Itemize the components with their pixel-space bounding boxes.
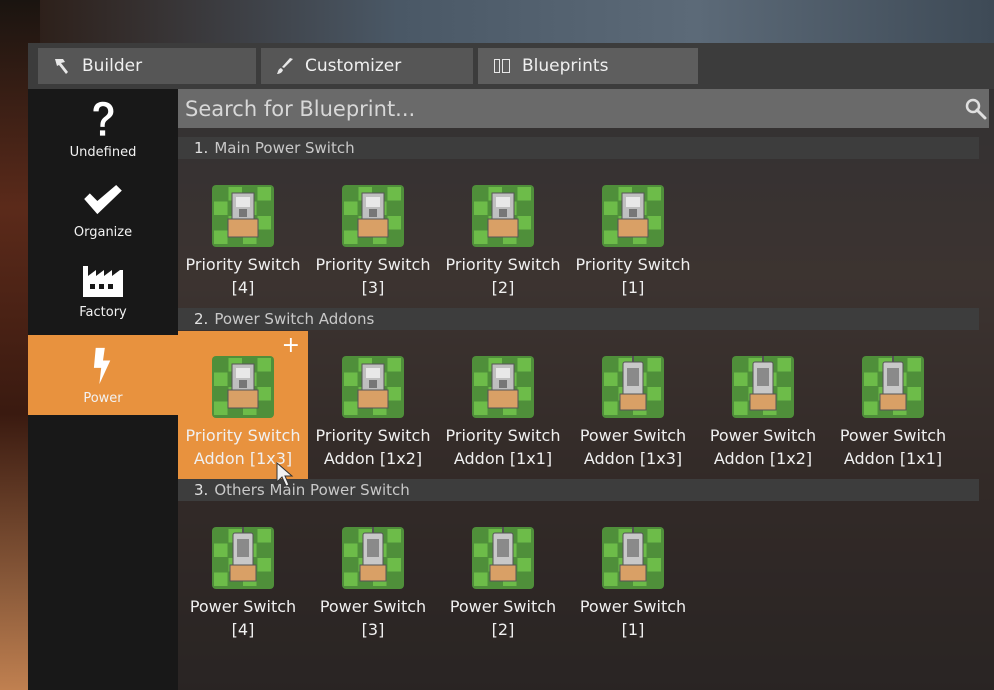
priority-switch-icon [210,183,276,249]
blueprint-window: Builder Customizer Blueprints Undefined [28,43,994,690]
mouse-cursor-icon [276,462,294,487]
checkmark-icon [80,177,126,223]
blueprint-item[interactable]: Power Switch Addon [1x2] [698,331,828,480]
power-switch-icon [470,525,536,591]
item-variant: [3] [361,278,385,297]
section-header: 2. Power Switch Addons [178,308,979,330]
section-title: Power Switch Addons [214,310,375,328]
item-name: Priority Switch [315,426,431,445]
section-title: Main Power Switch [214,139,355,157]
blueprint-item[interactable]: Power Switch Addon [1x1] [828,331,958,480]
blueprint-item[interactable]: Priority Switch [4] [178,160,308,309]
item-name: Priority Switch [315,255,431,274]
search-input[interactable] [183,95,947,122]
item-variant: [1] [621,620,645,639]
power-switch-icon [210,525,276,591]
section-header: 3. Others Main Power Switch [178,479,979,501]
tab-builder[interactable]: Builder [38,48,256,84]
section-number: 3. [194,481,209,499]
item-variant: [4] [231,620,255,639]
section-number: 2. [194,310,209,328]
question-mark-icon [80,97,126,143]
blueprint-item[interactable]: Power Switch [2] [438,502,568,651]
tab-label: Builder [82,56,143,76]
sidebar-item-label: Power [83,391,123,406]
sidebar-item-undefined[interactable]: Undefined [28,89,178,169]
priority-switch-icon [470,183,536,249]
hammer-icon [55,59,68,74]
item-variant: Addon [1x2] [713,449,813,468]
power-switch-icon [340,525,406,591]
tab-customizer[interactable]: Customizer [261,48,473,84]
blueprint-item[interactable]: Power Switch [3] [308,502,438,651]
sidebar-item-label: Undefined [69,145,137,160]
item-variant: [3] [361,620,385,639]
priority-switch-icon [600,183,666,249]
blueprint-item[interactable]: Priority Switch Addon [1x1] [438,331,568,480]
blueprint-book-icon [494,59,510,73]
power-switch-icon [600,525,666,591]
tab-blueprints[interactable]: Blueprints [478,48,698,84]
priority-switch-icon [210,354,276,420]
blueprint-item[interactable]: Priority Switch [1] [568,160,698,309]
blueprint-list: 1. Main Power Switch Priority Switch [4]… [178,89,994,690]
item-variant: Addon [1x1] [843,449,943,468]
item-variant: [1] [621,278,645,297]
item-name: Power Switch [579,597,687,616]
sidebar-item-power[interactable]: Power [28,335,178,415]
sidebar-item-label: Organize [73,225,133,240]
item-name: Power Switch [319,597,427,616]
game-scene-top [0,0,994,44]
blueprint-item[interactable]: Power Switch [1] [568,502,698,651]
item-name: Priority Switch [185,255,301,274]
blueprint-item[interactable]: Power Switch [4] [178,502,308,651]
sidebar-item-factory[interactable]: Factory [28,249,178,329]
item-variant: Addon [1x2] [323,449,423,468]
section-title: Others Main Power Switch [214,481,410,499]
tab-bar: Builder Customizer Blueprints [28,43,994,89]
sidebar-item-label: Factory [79,305,127,320]
item-variant: [2] [491,278,515,297]
power-switch-icon [600,354,666,420]
add-badge[interactable]: + [282,335,300,357]
item-name: Priority Switch [445,255,561,274]
blueprint-item[interactable]: Priority Switch [3] [308,160,438,309]
priority-switch-icon [340,183,406,249]
section-number: 1. [194,139,209,157]
search-bar [178,89,989,128]
item-name: Power Switch [709,426,817,445]
item-name: Power Switch [839,426,947,445]
item-variant: Addon [1x1] [453,449,553,468]
item-variant: Addon [1x3] [583,449,683,468]
item-variant: [4] [231,278,255,297]
blueprint-item[interactable]: Priority Switch [2] [438,160,568,309]
section-header: 1. Main Power Switch [178,137,979,159]
brush-icon [277,58,293,74]
blueprint-item[interactable]: Priority Switch Addon [1x2] [308,331,438,480]
tab-label: Blueprints [522,56,609,76]
item-variant: [2] [491,620,515,639]
category-sidebar: Undefined Organize Factory Power [28,89,178,690]
blueprint-item-selected[interactable]: + Priority Switch Addon [1x3] [178,331,308,480]
priority-switch-icon [340,354,406,420]
power-bolt-icon [80,343,126,389]
item-name: Power Switch [449,597,557,616]
item-name: Priority Switch [185,426,301,445]
priority-switch-icon [470,354,536,420]
blueprint-item[interactable]: Power Switch Addon [1x3] [568,331,698,480]
power-switch-icon [730,354,796,420]
search-icon[interactable] [965,98,987,120]
item-name: Power Switch [579,426,687,445]
sidebar-item-organize[interactable]: Organize [28,169,178,249]
item-name: Power Switch [189,597,297,616]
item-name: Priority Switch [575,255,691,274]
tab-label: Customizer [305,56,402,76]
item-name: Priority Switch [445,426,561,445]
factory-icon [80,257,126,303]
power-switch-icon [860,354,926,420]
